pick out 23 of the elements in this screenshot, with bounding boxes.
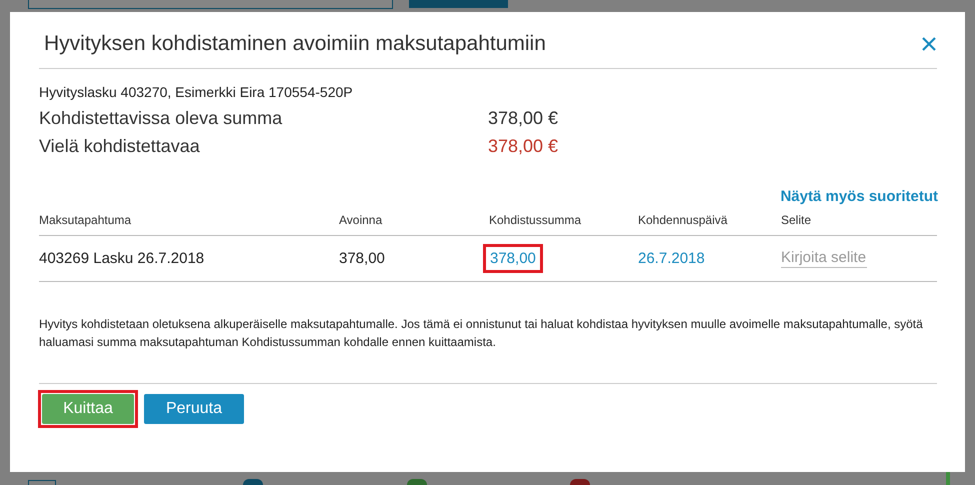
column-header: Kohdistussumma bbox=[489, 213, 582, 227]
confirm-button[interactable]: Kuittaa bbox=[42, 394, 134, 424]
summary-amount: 378,00 € bbox=[488, 108, 558, 129]
summary-amount: 378,00 € bbox=[488, 136, 558, 157]
note-field[interactable]: Kirjoita selite bbox=[781, 249, 867, 268]
close-icon bbox=[921, 36, 937, 52]
column-header: Selite bbox=[781, 213, 812, 227]
background-icon bbox=[28, 480, 56, 485]
info-text: Hyvitys kohdistetaan oletuksena alkuperäiselle maksutapahtumalle. Jos tämä ei onnistunut tai haluat kohdistaa hyvityksen muulle avoimelle maksutapahtumalle, syötä haluamasi summa maksutapahtuman Kohdistussumman kohdalle ennen kuittaamista. bbox=[39, 315, 937, 384]
column-header: Kohdennuspäivä bbox=[638, 213, 728, 227]
show-completed-link[interactable]: Näytä myös suoritetut bbox=[780, 188, 938, 205]
column-header: Avoinna bbox=[339, 213, 384, 227]
close-button[interactable] bbox=[921, 36, 937, 52]
dialog-title: Hyvityksen kohdistaminen avoimiin maksutapahtumiin bbox=[44, 32, 546, 56]
amount-link[interactable]: 378,00 bbox=[483, 244, 543, 273]
column-header: Maksutapahtuma bbox=[39, 213, 132, 227]
summary-label: Kohdistettavissa oleva summa bbox=[39, 108, 284, 129]
summary-label: Vielä kohdistettavaa bbox=[39, 136, 201, 157]
cancel-button[interactable]: Peruuta bbox=[144, 394, 244, 424]
invoice-info: Hyvityslasku 403270, Esimerkki Eira 170554-520P bbox=[39, 84, 354, 100]
table-cell: 403269 Lasku 26.7.2018 bbox=[39, 250, 204, 267]
date-link[interactable]: 26.7.2018 bbox=[638, 250, 705, 267]
table-cell: 378,00 bbox=[339, 250, 385, 267]
